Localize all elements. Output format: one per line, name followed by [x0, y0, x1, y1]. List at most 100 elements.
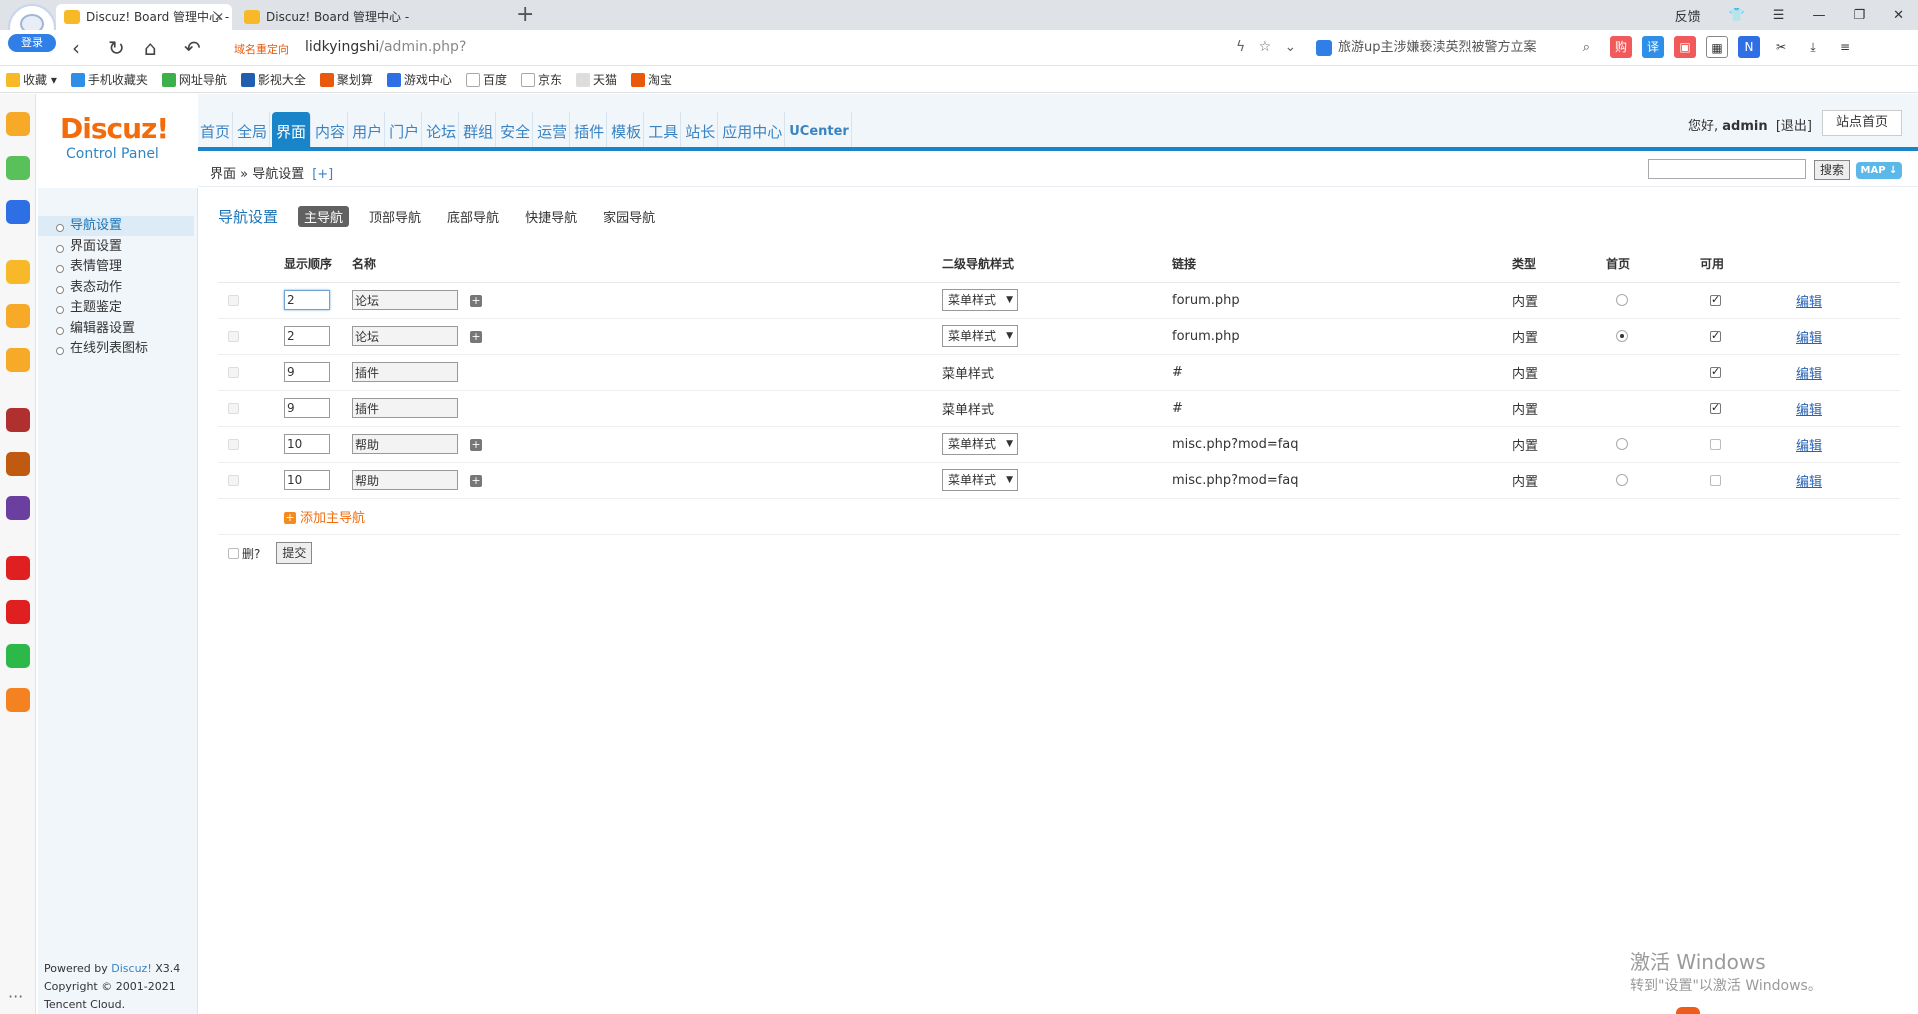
add-subnav-icon[interactable]: + [470, 331, 482, 343]
translate-icon[interactable]: 译 [1642, 36, 1664, 58]
new-feature-icon[interactable]: N [1738, 36, 1760, 58]
row-delete-checkbox[interactable] [228, 330, 239, 342]
topnav-item[interactable]: UCenter [787, 112, 852, 148]
game-app-icon[interactable] [6, 408, 30, 432]
row-delete-checkbox[interactable] [228, 402, 239, 414]
order-input[interactable] [284, 326, 330, 346]
more-icon[interactable]: ··· [8, 987, 23, 1006]
order-input[interactable] [284, 398, 330, 418]
leftmenu-item[interactable]: 主题鉴定 [38, 298, 194, 318]
bookmark-item[interactable]: 影视大全 [240, 71, 306, 88]
name-input[interactable] [352, 362, 458, 382]
topnav-item[interactable]: 群组 [461, 112, 497, 148]
enabled-checkbox[interactable] [1710, 293, 1721, 306]
shop-icon[interactable]: 购 [1610, 36, 1632, 58]
bookmark-item[interactable]: 淘宝 [630, 71, 672, 88]
leftmenu-item[interactable]: 导航设置 [38, 216, 194, 236]
word-doc-icon[interactable] [6, 200, 30, 224]
name-input[interactable] [352, 434, 458, 454]
name-input[interactable] [352, 290, 458, 310]
topnav-item[interactable]: 站长 [683, 112, 719, 148]
topnav-item[interactable]: 应用中心 [720, 112, 786, 148]
browser-tab-active[interactable]: Discuz! Board 管理中心 - 界 ✕ [56, 4, 232, 30]
home-radio[interactable] [1616, 438, 1628, 450]
download-icon[interactable]: ⤓ [1802, 36, 1824, 58]
edit-link[interactable]: 编辑 [1796, 475, 1822, 490]
add-subnav-icon[interactable]: + [470, 475, 482, 487]
hamburger-menu-icon[interactable]: ≡ [1834, 36, 1856, 58]
leftmenu-item[interactable]: 在线列表图标 [38, 339, 194, 359]
star-icon[interactable]: ☆ [1259, 39, 1272, 55]
topnav-item[interactable]: 论坛 [424, 112, 460, 148]
game-icon[interactable]: ▣ [1674, 36, 1696, 58]
topnav-item[interactable]: 用户 [350, 112, 386, 148]
name-input[interactable] [352, 326, 458, 346]
map-button[interactable]: MAP ↓ [1856, 162, 1902, 179]
order-input[interactable] [284, 290, 330, 310]
url-field[interactable]: lidkyingshi/admin.php? [305, 39, 466, 55]
shirt-icon[interactable]: 👕 [1715, 8, 1759, 23]
topnav-item[interactable]: 全局 [235, 112, 271, 148]
name-input[interactable] [352, 398, 458, 418]
add-main-nav-link[interactable]: + 添加主导航 [284, 511, 365, 526]
clock-icon[interactable] [6, 156, 30, 180]
grid-icon[interactable]: ▦ [1706, 36, 1728, 58]
app-icon[interactable] [6, 688, 30, 712]
lightning-icon[interactable]: ϟ [1236, 39, 1245, 55]
game-app-icon[interactable] [6, 496, 30, 520]
home-radio[interactable] [1616, 294, 1628, 306]
admin-search-button[interactable]: 搜索 [1814, 160, 1850, 180]
tab-close-icon[interactable]: ✕ [214, 4, 224, 30]
bookmark-item[interactable]: 百度 [465, 71, 507, 88]
sub-style-select[interactable]: 菜单样式 [942, 469, 1018, 491]
chevron-down-icon[interactable]: ⌄ [1285, 39, 1297, 55]
bookmark-item[interactable]: 聚划算 [319, 71, 373, 88]
enabled-checkbox[interactable] [1710, 401, 1721, 414]
subtab[interactable]: 快捷导航 [519, 206, 583, 227]
browser-tab[interactable]: Discuz! Board 管理中心 - 界 [236, 4, 412, 30]
order-input[interactable] [284, 362, 330, 382]
add-shortcut-link[interactable]: [+] [312, 167, 333, 182]
back-icon[interactable]: ‹ [72, 36, 80, 60]
iqiyi-icon[interactable] [6, 644, 30, 668]
bookmark-item[interactable]: 游戏中心 [386, 71, 452, 88]
subtab[interactable]: 主导航 [298, 206, 350, 227]
add-subnav-icon[interactable]: + [470, 439, 482, 451]
topnav-item[interactable]: 工具 [646, 112, 682, 148]
edit-link[interactable]: 编辑 [1796, 295, 1822, 310]
game-pad-icon[interactable] [6, 304, 30, 328]
game-pad-icon[interactable] [6, 348, 30, 372]
submit-button[interactable]: 提交 [276, 542, 313, 564]
subtab[interactable]: 底部导航 [441, 206, 505, 227]
logout-link[interactable]: [退出] [1776, 119, 1812, 134]
scissors-icon[interactable]: ✂ [1770, 36, 1792, 58]
edit-link[interactable]: 编辑 [1796, 439, 1822, 454]
leftmenu-item[interactable]: 表情管理 [38, 257, 194, 277]
row-delete-checkbox[interactable] [228, 366, 239, 378]
undo-icon[interactable]: ↶ [184, 36, 201, 60]
bookmark-item[interactable]: 网址导航 [161, 71, 227, 88]
game-app-icon[interactable] [6, 452, 30, 476]
enabled-checkbox[interactable] [1710, 438, 1721, 450]
login-button[interactable]: 登录 [8, 34, 56, 52]
order-input[interactable] [284, 470, 330, 490]
home-icon[interactable]: ⌂ [144, 36, 157, 60]
leftmenu-item[interactable]: 界面设置 [38, 237, 194, 257]
site-home-button[interactable]: 站点首页 [1822, 110, 1902, 136]
topnav-item[interactable]: 界面 [272, 112, 312, 148]
sub-style-select[interactable]: 菜单样式 [942, 325, 1018, 347]
topnav-item[interactable]: 内容 [313, 112, 349, 148]
enabled-checkbox[interactable] [1710, 329, 1721, 342]
minimize-icon[interactable]: — [1798, 8, 1839, 23]
row-delete-checkbox[interactable] [228, 474, 239, 486]
topnav-item[interactable]: 首页 [198, 112, 234, 148]
favorites-star-icon[interactable] [6, 112, 30, 136]
row-delete-checkbox[interactable] [228, 294, 239, 306]
jd-icon[interactable] [6, 556, 30, 580]
leftmenu-item[interactable]: 表态动作 [38, 278, 194, 298]
edit-link[interactable]: 编辑 [1796, 403, 1822, 418]
bookmark-favorites[interactable]: 收藏 ▾ [6, 71, 57, 88]
bookmark-item[interactable]: 京东 [520, 71, 562, 88]
leftmenu-item[interactable]: 编辑器设置 [38, 319, 194, 339]
edit-link[interactable]: 编辑 [1796, 331, 1822, 346]
